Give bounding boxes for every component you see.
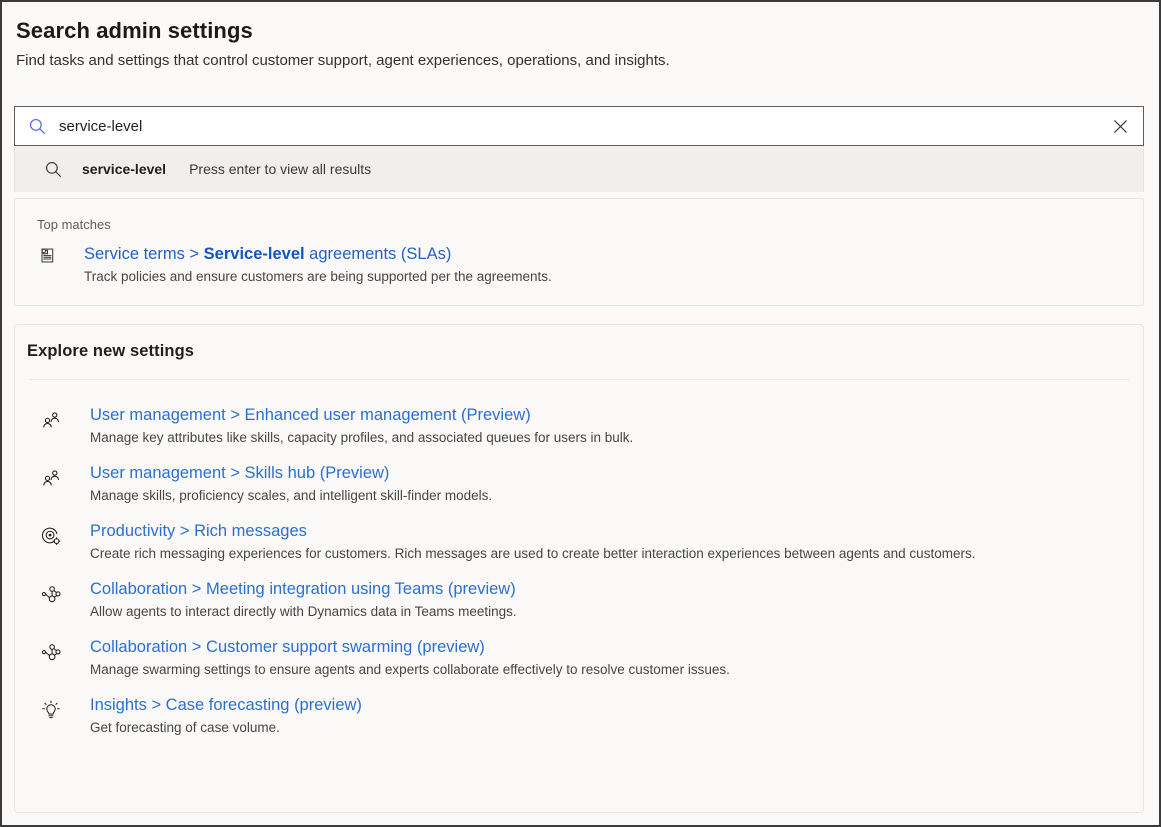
people-icon [39,408,63,432]
search-suggestion-row[interactable]: service-level Press enter to view all re… [14,146,1144,192]
target-settings-icon [39,524,63,548]
share-network-icon [39,640,63,664]
explore-item-description: Manage key attributes like skills, capac… [90,428,633,448]
explore-item-link[interactable]: Collaboration > Meeting integration usin… [90,578,517,601]
list-item[interactable]: Collaboration > Meeting integration usin… [15,564,1143,622]
explore-item-description: Manage skills, proficiency scales, and i… [90,486,492,506]
page-subtitle: Find tasks and settings that control cus… [16,50,1159,72]
clear-search-button[interactable] [1105,111,1135,141]
search-input[interactable] [47,114,1105,138]
top-match-link-prefix: Service terms > [84,245,204,263]
search-icon [43,159,63,179]
page-title: Search admin settings [16,16,1159,46]
explore-item-description: Allow agents to interact directly with D… [90,602,517,622]
search-area: service-level Press enter to view all re… [14,106,1144,192]
top-match-link[interactable]: Service terms > Service-level agreements… [84,243,552,265]
top-match-item[interactable]: Service terms > Service-level agreements… [15,232,1143,287]
explore-item-link[interactable]: Insights > Case forecasting (preview) [90,694,362,717]
top-matches-panel: Top matches Service terms > Service-leve… [14,198,1144,306]
suggestion-hint: Press enter to view all results [189,161,371,177]
top-matches-label: Top matches [15,199,1143,232]
top-match-body: Service terms > Service-level agreements… [57,243,552,287]
list-item[interactable]: Insights > Case forecasting (preview) Ge… [15,680,1143,738]
explore-item-description: Manage swarming settings to ensure agent… [90,660,730,680]
lightbulb-icon [39,698,63,722]
top-match-link-highlight: Service-level [204,245,305,263]
people-icon [39,466,63,490]
explore-item-description: Get forecasting of case volume. [90,718,362,738]
explore-item-description: Create rich messaging experiences for cu… [90,544,975,564]
list-item-body: Insights > Case forecasting (preview) Ge… [63,694,362,738]
explore-list: User management > Enhanced user manageme… [15,380,1143,738]
list-item[interactable]: Productivity > Rich messages Create rich… [15,506,1143,564]
app-window: Search admin settings Find tasks and set… [0,0,1161,827]
search-box[interactable] [14,106,1144,146]
list-item[interactable]: User management > Skills hub (Preview) M… [15,448,1143,506]
explore-item-link[interactable]: User management > Enhanced user manageme… [90,404,633,427]
page-root: Search admin settings Find tasks and set… [2,2,1159,825]
search-icon [27,116,47,136]
top-match-link-suffix: agreements (SLAs) [305,245,452,263]
list-item-body: Collaboration > Customer support swarmin… [63,636,730,680]
explore-new-settings-panel: Explore new settings User management > E… [14,324,1144,813]
list-item-body: User management > Skills hub (Preview) M… [63,462,492,506]
article-icon [37,243,57,269]
list-item-body: Collaboration > Meeting integration usin… [63,578,517,622]
explore-item-link[interactable]: User management > Skills hub (Preview) [90,462,492,485]
list-item-body: User management > Enhanced user manageme… [63,404,633,448]
suggestion-term: service-level [82,161,166,177]
share-network-icon [39,582,63,606]
list-item[interactable]: User management > Enhanced user manageme… [15,390,1143,448]
top-match-description: Track policies and ensure customers are … [84,267,552,287]
explore-panel-title: Explore new settings [15,325,1143,361]
page-header: Search admin settings Find tasks and set… [2,2,1159,72]
list-item[interactable]: Collaboration > Customer support swarmin… [15,622,1143,680]
explore-item-link[interactable]: Collaboration > Customer support swarmin… [90,636,730,659]
explore-item-link[interactable]: Productivity > Rich messages [90,520,975,543]
list-item-body: Productivity > Rich messages Create rich… [63,520,975,564]
